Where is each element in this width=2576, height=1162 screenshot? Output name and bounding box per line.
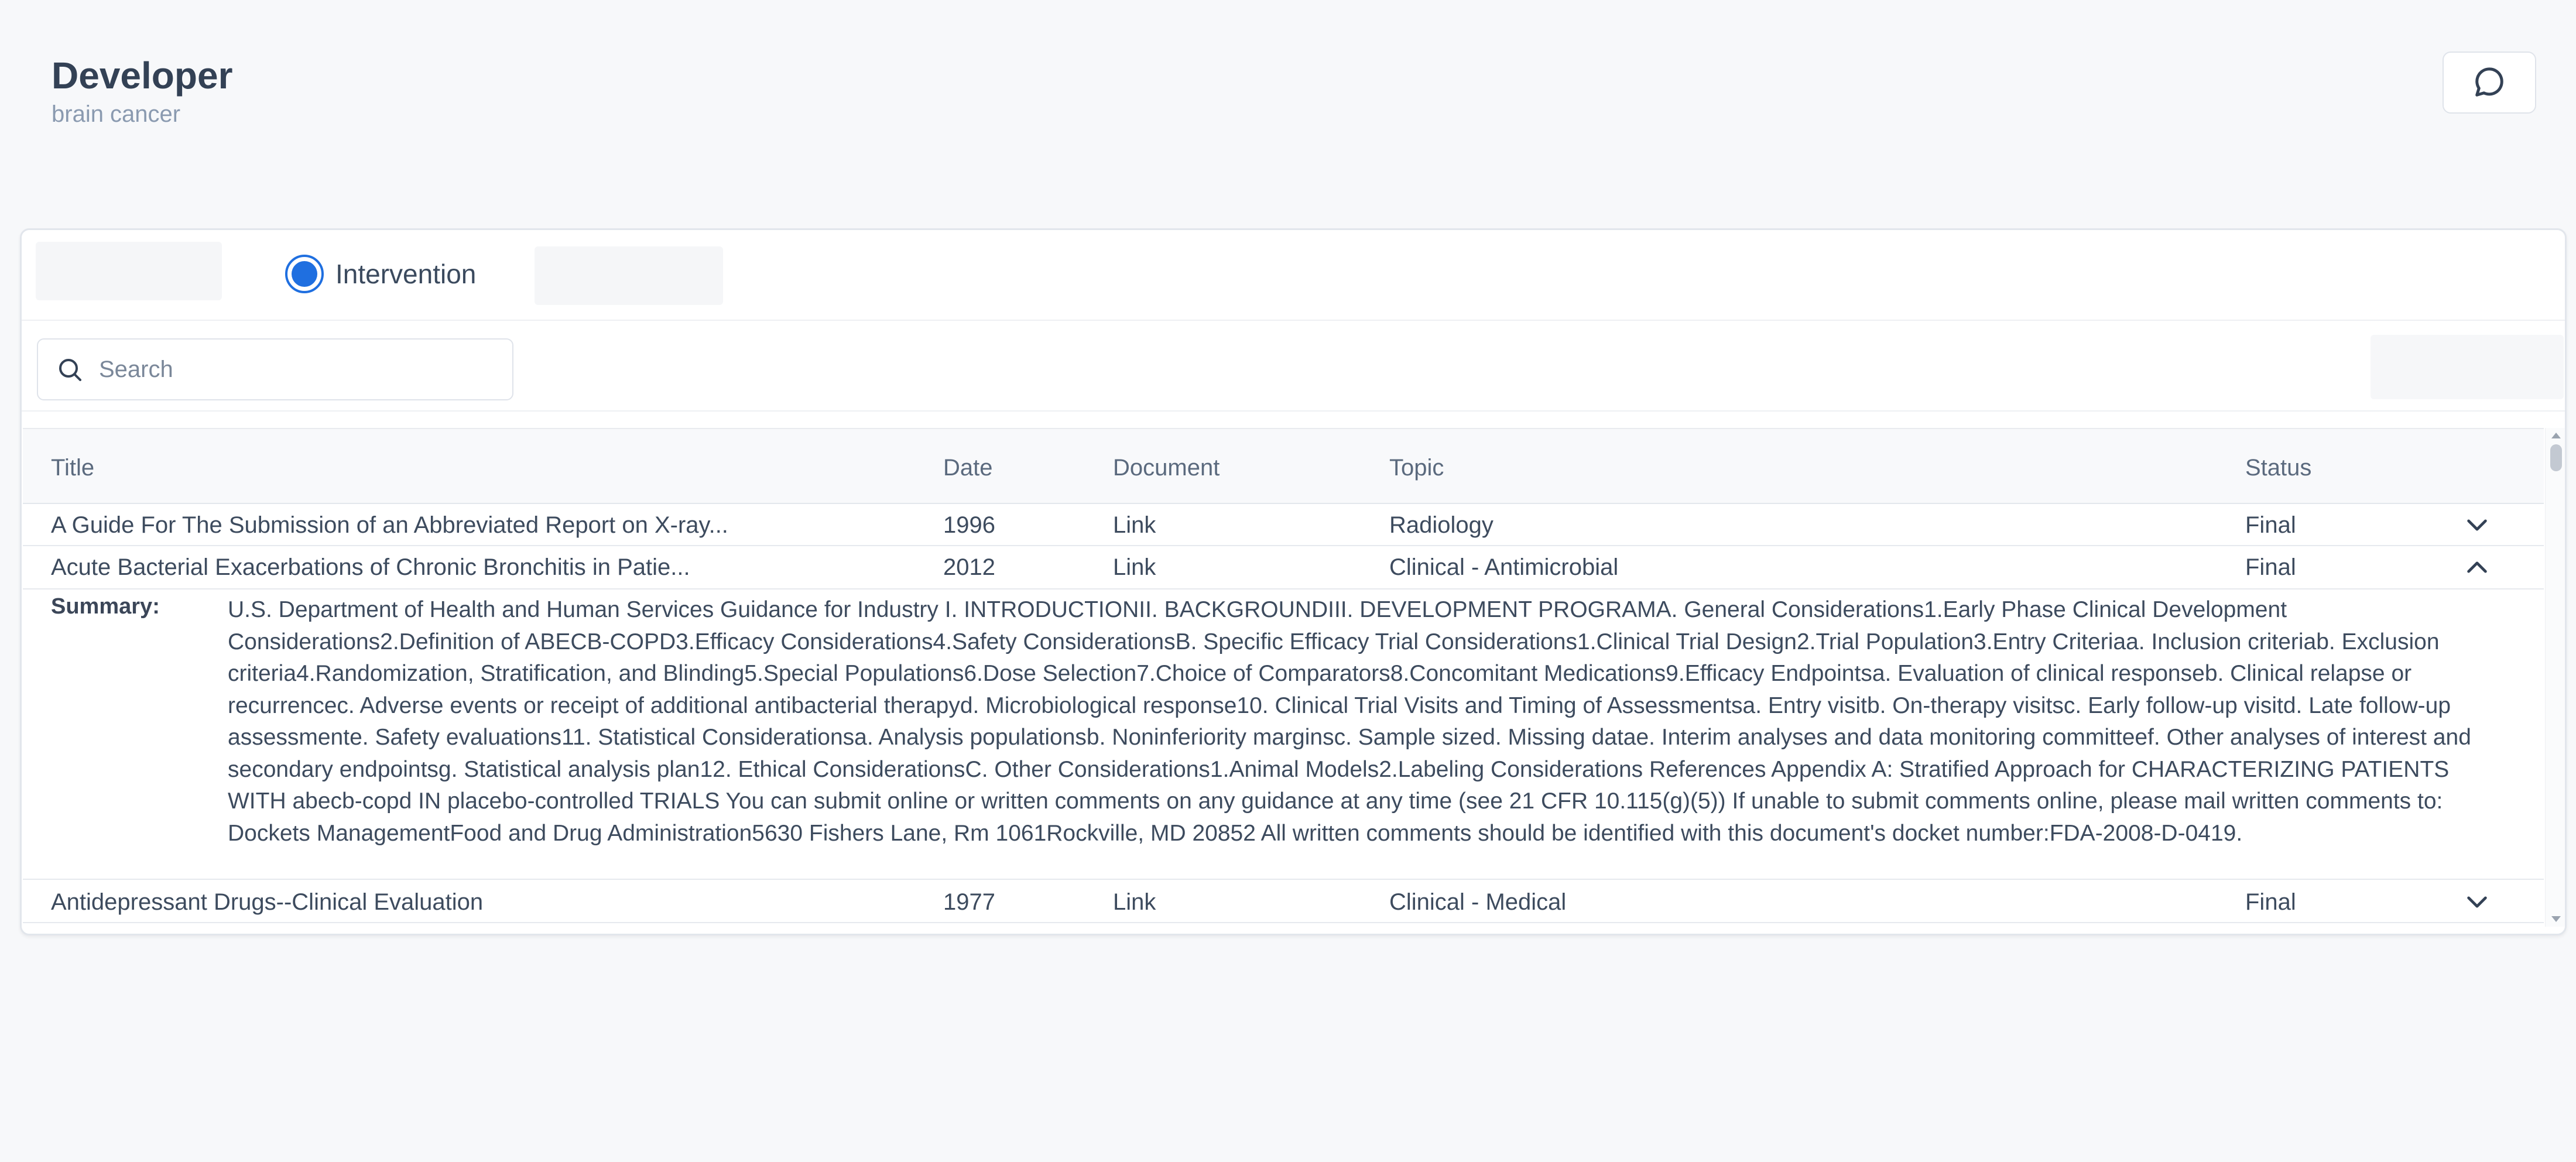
row-date: 1977 [943, 889, 995, 915]
column-header-status[interactable]: Status [2245, 455, 2311, 481]
row-date: 1996 [943, 512, 995, 538]
scroll-down-arrow-icon[interactable] [2551, 916, 2561, 922]
toolbar-placeholder [2371, 335, 2564, 399]
row-summary-panel: Summary: U.S. Department of Health and H… [23, 589, 2544, 880]
chevron-up-icon[interactable] [2464, 557, 2490, 578]
chevron-down-icon[interactable] [2464, 515, 2490, 536]
row-status: Final [2245, 554, 2296, 580]
row-date: 2012 [943, 554, 995, 580]
row-title: A Guide For The Submission of an Abbrevi… [51, 512, 728, 538]
intervention-radio-option[interactable]: Intervention [285, 255, 476, 293]
table-row[interactable]: Acute Bacterial Exacerbations of Chronic… [23, 546, 2544, 588]
filter-option-placeholder-right[interactable] [535, 246, 723, 305]
row-title: Antidepressant Drugs--Clinical Evaluatio… [51, 889, 484, 915]
page-subtitle: brain cancer [52, 101, 181, 127]
results-table: Title Date Document Topic Status A Guide… [23, 428, 2544, 927]
search-icon [59, 359, 81, 381]
row-document-link[interactable]: Link [1113, 889, 1156, 916]
table-row[interactable]: A Guide For The Submission of an Abbrevi… [23, 504, 2544, 546]
filter-option-placeholder-left[interactable] [36, 242, 222, 300]
search-row [22, 321, 2565, 412]
filter-options-row: Intervention [22, 230, 2565, 321]
row-status: Final [2245, 512, 2296, 538]
results-panel: Intervention Title Date Document Topic S… [20, 228, 2567, 935]
summary-label: Summary: [51, 594, 160, 619]
row-topic: Radiology [1389, 512, 1493, 538]
column-header-date[interactable]: Date [943, 455, 993, 481]
chat-bubble-icon [2475, 67, 2503, 97]
row-document-link[interactable]: Link [1113, 512, 1156, 539]
table-scrollbar[interactable] [2545, 428, 2565, 927]
row-topic: Clinical - Antimicrobial [1389, 554, 1619, 580]
summary-text: U.S. Department of Health and Human Serv… [228, 597, 2471, 846]
chat-button[interactable] [2443, 52, 2536, 114]
radio-selected-icon[interactable] [285, 255, 324, 293]
page-header: Developer brain cancer [52, 53, 232, 129]
search-input[interactable] [98, 355, 478, 383]
row-document-link[interactable]: Link [1113, 554, 1156, 581]
radio-dot [292, 261, 317, 287]
row-status: Final [2245, 889, 2296, 915]
column-header-document[interactable]: Document [1113, 455, 1220, 481]
page-title: Developer [52, 54, 233, 97]
column-header-topic[interactable]: Topic [1389, 455, 1444, 481]
scroll-up-arrow-icon[interactable] [2551, 433, 2561, 438]
search-box[interactable] [37, 338, 513, 400]
chevron-down-icon[interactable] [2464, 892, 2490, 913]
intervention-radio-label: Intervention [335, 259, 477, 289]
row-topic: Clinical - Medical [1389, 889, 1567, 915]
row-title: Acute Bacterial Exacerbations of Chronic… [51, 554, 690, 580]
column-header-title[interactable]: Title [51, 455, 94, 481]
table-header: Title Date Document Topic Status [23, 428, 2544, 504]
scroll-thumb[interactable] [2550, 444, 2562, 471]
table-row[interactable]: Antidepressant Drugs--Clinical Evaluatio… [23, 881, 2544, 923]
